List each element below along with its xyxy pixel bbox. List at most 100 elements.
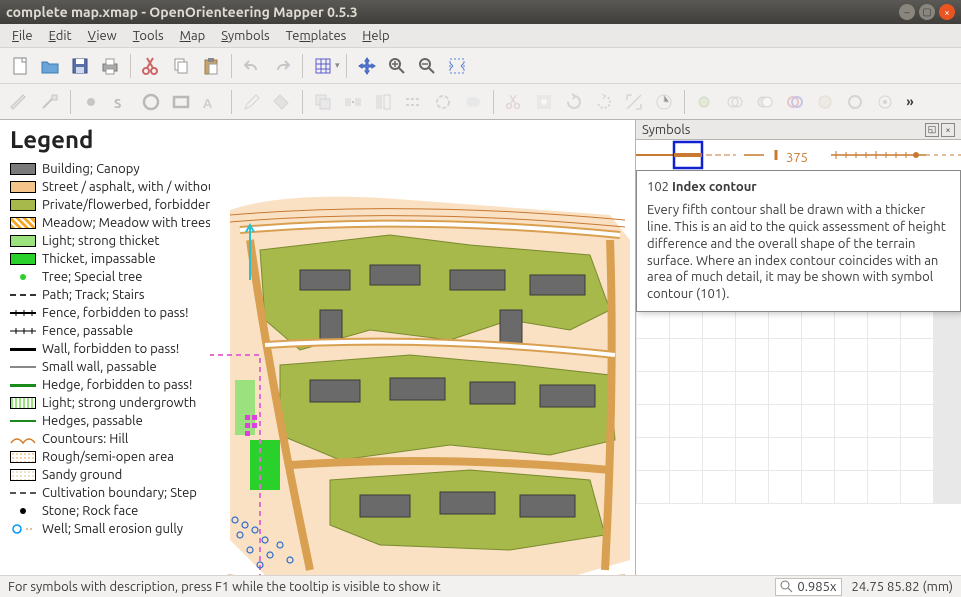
symbol-cell[interactable]: [802, 339, 834, 371]
symbol-cell[interactable]: [835, 339, 867, 371]
duplicate-button[interactable]: [309, 88, 337, 116]
symbol-cell[interactable]: [703, 372, 735, 404]
symbol-cell[interactable]: [703, 471, 735, 503]
simplify-button[interactable]: [871, 88, 899, 116]
close-button[interactable]: ×: [939, 4, 955, 20]
menu-tools[interactable]: Tools: [125, 27, 172, 45]
symbol-cell[interactable]: [670, 339, 702, 371]
print-button[interactable]: [96, 52, 124, 80]
symbol-cell[interactable]: [868, 372, 900, 404]
symbol-cell[interactable]: [868, 471, 900, 503]
cut-button[interactable]: [137, 52, 165, 80]
redo-button[interactable]: [268, 52, 296, 80]
symbol-cell[interactable]: [901, 471, 933, 503]
symbol-cell[interactable]: [637, 438, 669, 470]
panel-float-button[interactable]: ◱: [925, 123, 939, 137]
rotate-pattern-button[interactable]: [590, 88, 618, 116]
zoom-indicator[interactable]: 0.985x: [775, 578, 841, 596]
undo-button[interactable]: [238, 52, 266, 80]
symbol-cell[interactable]: [637, 471, 669, 503]
zoom-out-button[interactable]: [413, 52, 441, 80]
symbol-cell[interactable]: [868, 339, 900, 371]
symbol-cell[interactable]: [703, 339, 735, 371]
rect-tool[interactable]: [167, 88, 195, 116]
text-tool[interactable]: A: [197, 88, 225, 116]
grid-button[interactable]: [309, 52, 337, 80]
point-tool[interactable]: [77, 88, 105, 116]
menu-help[interactable]: Help: [354, 27, 397, 45]
symbol-cell[interactable]: [637, 372, 669, 404]
symbol-cell[interactable]: [802, 471, 834, 503]
symbol-cell[interactable]: [769, 372, 801, 404]
symbol-cell[interactable]: [670, 438, 702, 470]
menu-edit[interactable]: Edit: [41, 27, 80, 45]
symbol-cell[interactable]: [802, 372, 834, 404]
menu-map[interactable]: Map: [172, 27, 214, 45]
bool-diff-button[interactable]: [751, 88, 779, 116]
new-button[interactable]: [6, 52, 34, 80]
paste-button[interactable]: [197, 52, 225, 80]
symbol-cell[interactable]: [703, 438, 735, 470]
fill-border-button[interactable]: [369, 88, 397, 116]
maximize-button[interactable]: ▢: [919, 4, 935, 20]
symbol-cell[interactable]: [736, 471, 768, 503]
symbol-cell[interactable]: [901, 372, 933, 404]
connect-button[interactable]: [429, 88, 457, 116]
symbol-cell[interactable]: [670, 471, 702, 503]
open-button[interactable]: [36, 52, 64, 80]
map-canvas[interactable]: Legend Building; CanopyStreet / asphalt,…: [0, 120, 636, 575]
symbol-cell[interactable]: [901, 339, 933, 371]
symbol-cell[interactable]: [736, 372, 768, 404]
bool-union-button[interactable]: [691, 88, 719, 116]
symbol-cell[interactable]: [868, 405, 900, 437]
save-button[interactable]: [66, 52, 94, 80]
toolbar-overflow-button[interactable]: »: [901, 95, 919, 109]
bool-xor-button[interactable]: [781, 88, 809, 116]
switch-symbol-button[interactable]: [339, 88, 367, 116]
symbol-cell[interactable]: [901, 405, 933, 437]
menu-symbols[interactable]: Symbols: [213, 27, 277, 45]
edit-line-tool[interactable]: [36, 88, 64, 116]
minimize-button[interactable]: –: [899, 4, 915, 20]
symbol-cell[interactable]: [868, 438, 900, 470]
path-tool[interactable]: S: [107, 88, 135, 116]
symbol-cell[interactable]: [835, 471, 867, 503]
symbol-cell[interactable]: [736, 339, 768, 371]
symbol-cell[interactable]: [637, 339, 669, 371]
symbol-cell[interactable]: [736, 438, 768, 470]
circle-tool[interactable]: [137, 88, 165, 116]
symbol-cell[interactable]: [703, 405, 735, 437]
cut-object-button[interactable]: [500, 88, 528, 116]
symbols-top-row[interactable]: 375: [636, 140, 961, 170]
scale-button[interactable]: [620, 88, 648, 116]
zoom-fit-button[interactable]: [443, 52, 471, 80]
symbol-cell[interactable]: [769, 405, 801, 437]
pencil-tool[interactable]: [238, 88, 266, 116]
symbol-cell[interactable]: [835, 438, 867, 470]
fill-tool[interactable]: [268, 88, 296, 116]
edit-tool[interactable]: [6, 88, 34, 116]
measure-button[interactable]: [650, 88, 678, 116]
symbol-cell[interactable]: [670, 372, 702, 404]
symbol-cell[interactable]: [802, 405, 834, 437]
rotate-button[interactable]: [560, 88, 588, 116]
symbol-cell[interactable]: [802, 438, 834, 470]
symbol-cell[interactable]: [670, 405, 702, 437]
convert-curve-button[interactable]: [841, 88, 869, 116]
symbol-cell[interactable]: [736, 405, 768, 437]
copy-button[interactable]: [167, 52, 195, 80]
menu-file[interactable]: File: [4, 27, 41, 45]
symbol-cell[interactable]: [769, 438, 801, 470]
symbol-cell[interactable]: [637, 405, 669, 437]
zoom-in-button[interactable]: [383, 52, 411, 80]
symbol-cell[interactable]: [769, 339, 801, 371]
menu-view[interactable]: View: [80, 27, 125, 45]
pan-button[interactable]: [353, 52, 381, 80]
switch-dashes-button[interactable]: [399, 88, 427, 116]
symbol-cell[interactable]: [769, 471, 801, 503]
symbol-cell[interactable]: [901, 438, 933, 470]
bool-merge-button[interactable]: [811, 88, 839, 116]
unify-button[interactable]: [459, 88, 487, 116]
bool-intersect-button[interactable]: [721, 88, 749, 116]
symbol-cell[interactable]: [835, 405, 867, 437]
